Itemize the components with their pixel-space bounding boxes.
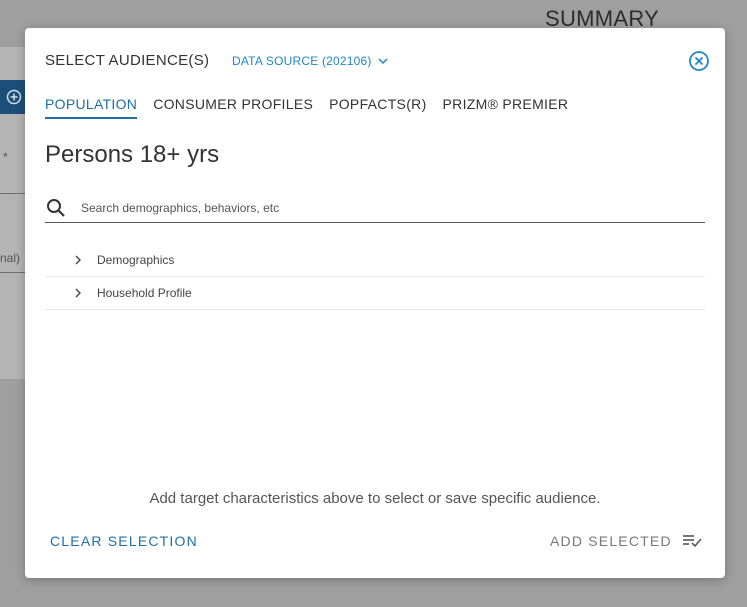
tab-population[interactable]: POPULATION <box>45 96 138 119</box>
background-asterisk: * <box>3 150 8 164</box>
search-input[interactable] <box>79 200 683 216</box>
audience-heading: Persons 18+ yrs <box>45 141 220 168</box>
close-circle-icon <box>689 51 709 71</box>
tab-consumer-profiles[interactable]: CONSUMER PROFILES <box>153 96 313 119</box>
tab-popfacts[interactable]: POPFACTS(R) <box>329 96 426 119</box>
plus-circle-icon <box>6 89 22 105</box>
search-icon <box>47 199 65 217</box>
category-tree: Demographics Household Profile <box>45 244 705 310</box>
modal-title: SELECT AUDIENCE(S) <box>45 52 210 69</box>
tab-prizm-premier[interactable]: PRIZM® PREMIER <box>443 96 569 119</box>
close-button[interactable] <box>688 50 710 72</box>
tree-item-household-profile[interactable]: Household Profile <box>45 277 705 310</box>
data-source-dropdown[interactable]: DATA SOURCE (202106) <box>232 54 388 68</box>
tree-item-demographics[interactable]: Demographics <box>45 244 705 277</box>
background-divider <box>0 193 26 194</box>
empty-selection-hint: Add target characteristics above to sele… <box>149 490 601 507</box>
chevron-right-icon <box>75 288 85 298</box>
add-selected-button[interactable]: ADD SELECTED <box>550 533 702 549</box>
audience-tabs: POPULATION CONSUMER PROFILES POPFACTS(R)… <box>45 96 568 119</box>
tree-item-label: Household Profile <box>97 286 192 300</box>
chevron-down-icon <box>378 57 388 64</box>
chevron-right-icon <box>75 255 85 265</box>
select-audience-modal: SELECT AUDIENCE(S) DATA SOURCE (202106) … <box>25 28 725 578</box>
tree-item-label: Demographics <box>97 253 175 267</box>
background-partial-label: nal) <box>0 251 21 265</box>
playlist-add-check-icon <box>682 535 702 548</box>
background-divider <box>0 272 26 273</box>
background-add-button <box>0 80 26 114</box>
clear-selection-button[interactable]: CLEAR SELECTION <box>50 533 198 549</box>
add-selected-label: ADD SELECTED <box>550 533 672 549</box>
data-source-label: DATA SOURCE (202106) <box>232 54 372 68</box>
search-bar <box>45 194 705 223</box>
